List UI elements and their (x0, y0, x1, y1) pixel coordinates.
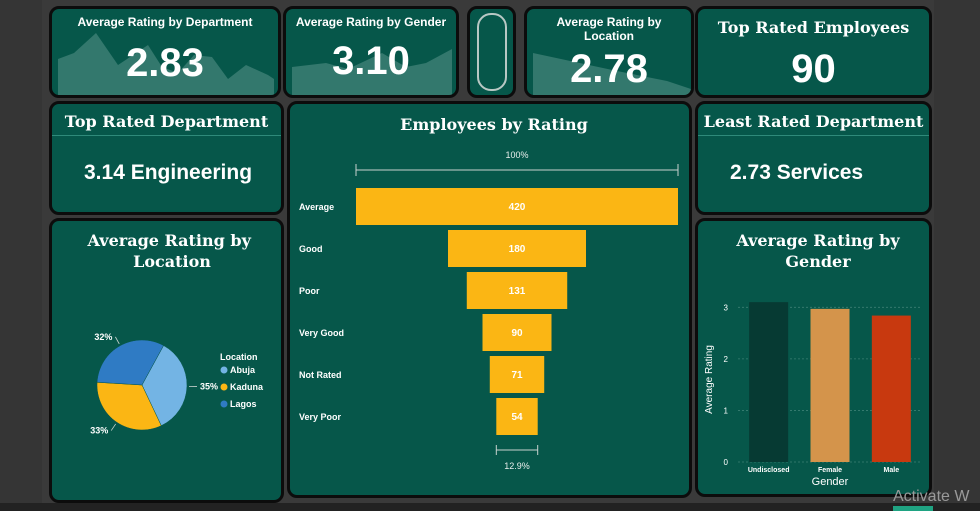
x-axis-title: Gender (812, 476, 849, 488)
funnel-value-label: 131 (509, 286, 526, 297)
chart-card-employees-by-rating[interactable]: Employees by Rating 100% 420 Average 180 Goo… (287, 101, 692, 498)
funnel-value-label: 420 (509, 202, 526, 213)
funnel-value-label: 71 (511, 370, 523, 381)
bar (871, 315, 911, 462)
kpi-title: Top Rated Employees (717, 18, 910, 37)
chart-card-rating-by-location[interactable]: Average Rating by Location 35% 33% 32% Loca… (49, 218, 284, 503)
kpi-value: 3.14 Engineering (84, 161, 253, 184)
pie-data-label: 35% (200, 382, 218, 392)
bar (749, 302, 789, 462)
y-axis-title: Average Rating (704, 345, 715, 414)
kpi-card-avg-rating-location[interactable]: Average Rating by Location 2.78 (524, 6, 694, 98)
pie-data-label: 32% (94, 332, 112, 342)
funnel-category-label: Very Good (299, 328, 344, 338)
kpi-value: 2.78 (570, 47, 648, 91)
funnel-top-label: 100% (505, 150, 528, 160)
kpi-card-avg-rating-gender[interactable]: Average Rating by Gender 3.10 (283, 6, 459, 98)
background-right (934, 0, 980, 511)
y-tick-label: 3 (724, 303, 729, 312)
chart-title-line: Average Rating by Location (87, 231, 257, 271)
funnel-chart: Employees by Rating 100% 420 Average 180 Goo… (299, 115, 679, 471)
funnel-bottom-label: 12.9% (504, 461, 530, 471)
card-title: Top Rated Department (64, 112, 269, 131)
funnel-category-label: Not Rated (299, 370, 342, 380)
background-left (0, 0, 42, 511)
kpi-card-top-rated-employees[interactable]: Top Rated Employees 90 (695, 6, 932, 98)
kpi-value: 90 (791, 47, 836, 91)
funnel-category-label: Very Poor (299, 412, 342, 422)
kpi-title: Average Rating by Gender (295, 15, 447, 29)
chart-title: Average Rating by (87, 231, 252, 250)
chart-title-line2: Gender (785, 252, 851, 271)
activation-watermark: Activate W (893, 488, 970, 505)
card-title: Least Rated Department (703, 112, 924, 131)
chart-card-rating-by-gender[interactable]: Average Rating by Gender 0 1 2 3 Undisclosed F… (695, 218, 932, 497)
decorative-card (467, 6, 516, 98)
kpi-value: 2.83 (126, 41, 204, 85)
y-tick-label: 2 (724, 355, 729, 364)
kpi-card-top-rated-department[interactable]: Top Rated Department 3.14 Engineering (49, 101, 284, 215)
pie-leader-line (110, 423, 117, 431)
chart-title-line2: Location (133, 252, 211, 271)
x-tick-label: Male (884, 467, 900, 474)
kpi-title: Average Rating by Department (77, 15, 253, 29)
legend-swatch (220, 400, 228, 408)
y-tick-label: 1 (724, 406, 729, 415)
legend-item: Lagos (230, 399, 257, 409)
legend-item: Kaduna (230, 382, 264, 392)
bar-chart: Average Rating by Gender 0 1 2 3 Undisclosed F… (704, 231, 922, 488)
funnel-value-label: 90 (511, 328, 523, 339)
kpi-card-least-rated-department[interactable]: Least Rated Department 2.73 Services (695, 101, 932, 215)
title-divider (52, 135, 281, 136)
kpi-card-avg-rating-department[interactable]: Average Rating by Department 2.83 (49, 6, 281, 98)
pie-data-label: 33% (90, 426, 108, 436)
kpi-value: 2.73 Services (730, 161, 864, 184)
pie-chart: Average Rating by Location 35% 33% 32% Loca… (87, 231, 264, 436)
funnel-category-label: Good (299, 244, 323, 254)
x-tick-label: Female (818, 467, 842, 474)
y-tick-label: 0 (724, 458, 729, 467)
x-tick-label: Undisclosed (748, 467, 790, 474)
bar (810, 308, 850, 462)
legend-swatch (220, 383, 228, 391)
funnel-category-label: Poor (299, 286, 320, 296)
pie-leader-line (115, 336, 120, 345)
funnel-category-label: Average (299, 202, 334, 212)
chart-title: Employees by Rating (400, 115, 588, 134)
chart-title: Average Rating by Gender (735, 231, 900, 271)
kpi-value: 3.10 (332, 39, 410, 83)
legend-swatch (220, 366, 228, 374)
taskbar-accent (893, 506, 933, 511)
legend-title: Location (220, 352, 258, 362)
taskbar (0, 503, 980, 511)
kpi-title: Average Rating by Location (556, 15, 662, 43)
title-divider (698, 135, 929, 136)
funnel-value-label: 54 (511, 412, 523, 423)
chart-title-line1: Average Rating by (735, 231, 900, 250)
funnel-value-label: 180 (509, 244, 526, 255)
decorative-pill (477, 13, 507, 91)
legend-item: Abuja (230, 365, 256, 375)
